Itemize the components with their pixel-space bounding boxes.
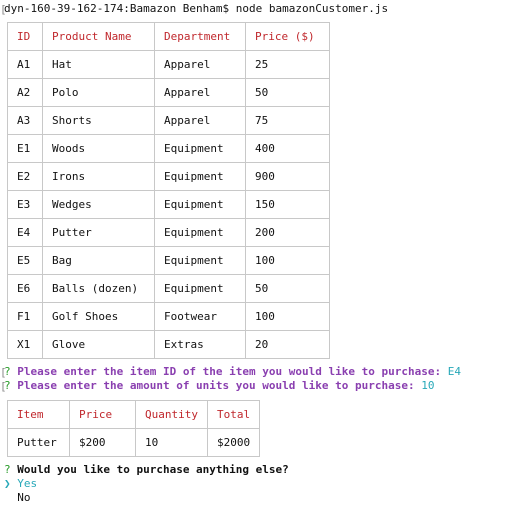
cell-price: 50 (245, 274, 330, 303)
cell-item: Putter (7, 428, 70, 457)
cell-department: Apparel (154, 78, 246, 107)
cell-name: Golf Shoes (42, 302, 155, 331)
continue-question: Would you like to purchase anything else… (17, 463, 289, 476)
cell-total: $2000 (206, 428, 261, 457)
table-row: E6 Balls (dozen) Equipment 50 (7, 274, 330, 303)
header-id: ID (7, 22, 43, 51)
cell-name: Woods (42, 134, 155, 163)
cell-name: Balls (dozen) (42, 274, 155, 303)
cell-name: Polo (42, 78, 155, 107)
cell-price: 20 (245, 330, 330, 359)
cell-id: E4 (7, 218, 43, 247)
cell-id: E3 (7, 190, 43, 219)
item-id-prompt-line: ? Please enter the item ID of the item y… (4, 365, 461, 379)
header-total: Total (206, 400, 261, 429)
cell-department: Equipment (154, 246, 246, 275)
cell-price: 100 (245, 302, 330, 331)
cell-quantity: 10 (135, 428, 208, 457)
cell-id: E2 (7, 162, 43, 191)
units-answer: 10 (421, 379, 435, 392)
question-mark-icon: ? (4, 379, 11, 392)
cell-name: Shorts (42, 106, 155, 135)
cell-price: 50 (245, 78, 330, 107)
table-row: E3 Wedges Equipment 150 (7, 190, 330, 219)
cell-price: 25 (245, 50, 330, 79)
cell-department: Equipment (154, 134, 246, 163)
cell-id: E5 (7, 246, 43, 275)
cell-department: Equipment (154, 274, 246, 303)
cell-id: A2 (7, 78, 43, 107)
products-header-row: ID Product Name Department Price ($) (7, 22, 330, 51)
cell-department: Equipment (154, 218, 246, 247)
cell-price: 100 (245, 246, 330, 275)
order-summary-table: Item Price Quantity Total Putter $200 10… (7, 400, 261, 457)
header-item: Item (7, 400, 70, 429)
cell-id: A1 (7, 50, 43, 79)
table-row: A3 Shorts Apparel 75 (7, 106, 330, 135)
cell-department: Equipment (154, 190, 246, 219)
question-mark-icon: ? (4, 365, 11, 378)
units-question: Please enter the amount of units you wou… (17, 379, 415, 392)
option-no-label: No (17, 491, 31, 504)
header-quantity: Quantity (135, 400, 208, 429)
cell-id: X1 (7, 330, 43, 359)
cell-price: 900 (245, 162, 330, 191)
option-no[interactable]: No (4, 491, 31, 505)
item-id-answer: E4 (447, 365, 461, 378)
cell-price: 75 (245, 106, 330, 135)
cell-name: Wedges (42, 190, 155, 219)
table-row: E1 Woods Equipment 400 (7, 134, 330, 163)
products-table: ID Product Name Department Price ($) A1 … (7, 22, 330, 359)
header-department: Department (154, 22, 246, 51)
header-price: Price ($) (245, 22, 330, 51)
header-product-name: Product Name (42, 22, 155, 51)
cell-id: A3 (7, 106, 43, 135)
units-prompt-line: ? Please enter the amount of units you w… (4, 379, 434, 393)
command-line: dyn-160-39-162-174:Bamazon Benham$ node … (4, 2, 389, 15)
table-row: F1 Golf Shoes Footwear 100 (7, 302, 330, 331)
table-row: A2 Polo Apparel 50 (7, 78, 330, 107)
option-yes[interactable]: ❯ Yes (4, 477, 37, 491)
item-id-question: Please enter the item ID of the item you… (17, 365, 442, 378)
cell-name: Hat (42, 50, 155, 79)
order-header-row: Item Price Quantity Total (7, 400, 261, 429)
cell-department: Apparel (154, 106, 246, 135)
table-row: X1 Glove Extras 20 (7, 330, 330, 359)
header-price: Price (69, 400, 136, 429)
cell-name: Irons (42, 162, 155, 191)
pointer-icon: ❯ (4, 477, 11, 490)
cell-id: F1 (7, 302, 43, 331)
question-mark-icon: ? (4, 463, 11, 476)
cell-department: Equipment (154, 162, 246, 191)
table-row: E5 Bag Equipment 100 (7, 246, 330, 275)
cell-price: 150 (245, 190, 330, 219)
option-yes-label: Yes (17, 477, 38, 490)
cell-department: Footwear (154, 302, 246, 331)
cell-id: E6 (7, 274, 43, 303)
cell-price: 200 (245, 218, 330, 247)
terminal-window: [ dyn-160-39-162-174:Bamazon Benham$ nod… (0, 0, 524, 508)
cell-name: Bag (42, 246, 155, 275)
cell-name: Putter (42, 218, 155, 247)
cell-department: Apparel (154, 50, 246, 79)
table-row: Putter $200 10 $2000 (7, 428, 261, 457)
table-row: A1 Hat Apparel 25 (7, 50, 330, 79)
table-row: E4 Putter Equipment 200 (7, 218, 330, 247)
continue-prompt-line: ? Would you like to purchase anything el… (4, 463, 289, 477)
cell-name: Glove (42, 330, 155, 359)
table-row: E2 Irons Equipment 900 (7, 162, 330, 191)
cell-price: 400 (245, 134, 330, 163)
cell-price: $200 (69, 428, 136, 457)
cell-department: Extras (154, 330, 246, 359)
cell-id: E1 (7, 134, 43, 163)
